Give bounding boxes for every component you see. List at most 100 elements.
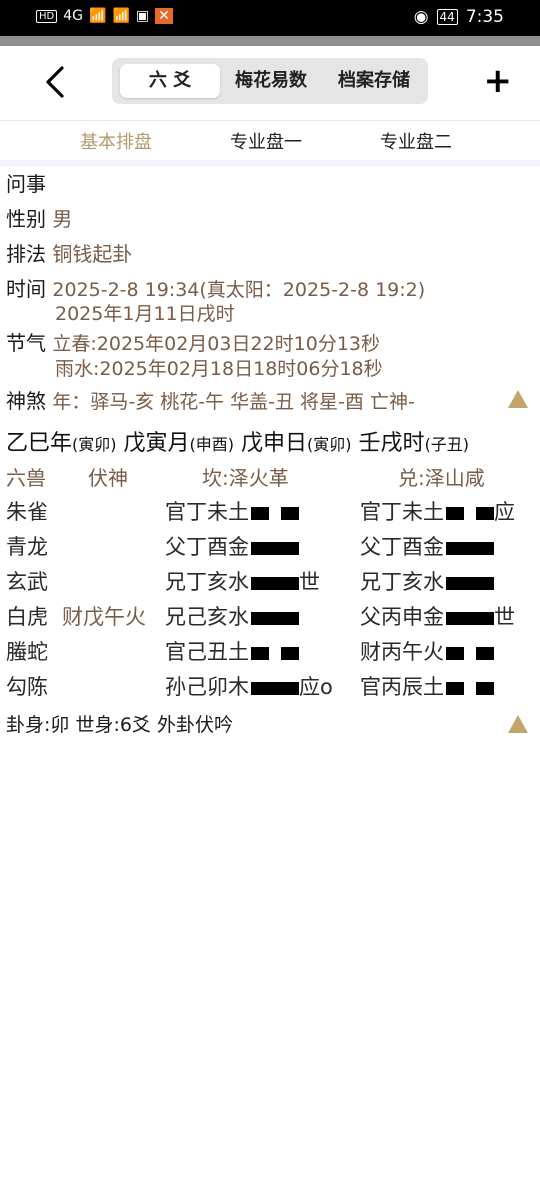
jieqi-row-2: 雨水:2025年02月18日18时06分18秒 xyxy=(55,355,383,382)
sex-label: 性别 xyxy=(6,207,46,231)
main-yao-label: 官丁未土 xyxy=(165,500,249,524)
header-main-gua: 坎:泽火革 xyxy=(202,466,289,490)
main-yao-mark: 世 xyxy=(299,570,320,594)
beast-label: 螣蛇 xyxy=(6,640,48,664)
jieqi-line2: 雨水:2025年02月18日18时06分18秒 xyxy=(55,358,383,380)
network-icon: 4G xyxy=(63,8,83,24)
gz-year: 乙巳年 xyxy=(6,431,73,456)
nav-bar: 六 爻 梅花易数 档案存储 + xyxy=(0,46,540,121)
row-0-main: 官丁未土 xyxy=(165,497,299,527)
change-yao-label: 官丙辰土 xyxy=(360,675,444,699)
tab-archive[interactable]: 档案存储 xyxy=(324,64,424,98)
gz-day-void: (寅卯) xyxy=(307,435,352,454)
change-yao-line-yin xyxy=(446,506,494,520)
ask-label: 问事 xyxy=(6,172,46,196)
shensha-value: 年：驿马-亥 桃花-午 华盖-丑 将星-酉 亡神- xyxy=(52,391,415,413)
header-fushen: 伏神 xyxy=(88,466,128,490)
time-row: 时间 2025-2-8 19:34(真太阳：2025-2-8 19:2) xyxy=(6,276,425,303)
row-0-change: 官丁未土 应 xyxy=(360,497,515,527)
gz-hour: 壬戌时 xyxy=(358,431,425,456)
eye-icon: ◉ xyxy=(413,7,429,27)
back-icon[interactable] xyxy=(38,64,74,100)
time-line1: 2025-2-8 19:34(真太阳：2025-2-8 19:2) xyxy=(52,279,426,301)
main-yao-label: 官己丑土 xyxy=(165,640,249,664)
main-yao-line-yang xyxy=(251,611,299,625)
jieqi-label: 节气 xyxy=(6,331,46,355)
beast-label: 勾陈 xyxy=(6,675,48,699)
main-yao-line-yang xyxy=(251,681,299,695)
method-row: 排法 铜钱起卦 xyxy=(6,241,132,267)
clock: 7:35 xyxy=(465,7,504,27)
ask-row: 问事 xyxy=(6,171,46,197)
main-yao-label: 孙己卯木 xyxy=(165,675,249,699)
gua-summary: 卦身:卯 世身:6爻 外卦伏吟 xyxy=(6,714,233,736)
change-yao-line-yin xyxy=(446,681,494,695)
sex-row: 性别 男 xyxy=(6,206,72,232)
jieqi-line1: 立春:2025年02月03日22时10分13秒 xyxy=(52,333,380,355)
change-yao-line-yang xyxy=(446,611,494,625)
add-button[interactable]: + xyxy=(484,62,513,100)
gz-year-void: (寅卯) xyxy=(72,435,117,454)
change-yao-label: 父丙申金 xyxy=(360,605,444,629)
main-yao-line-yang xyxy=(251,541,299,555)
beast-label: 白虎 xyxy=(6,605,48,629)
time-label: 时间 xyxy=(6,277,46,301)
gz-month: 戊寅月 xyxy=(123,431,190,456)
status-left: HD 4G 📶 📶 ▣ ✕ xyxy=(36,8,173,24)
change-yao-line-yang xyxy=(446,576,494,590)
jieqi-row: 节气 立春:2025年02月03日22时10分13秒 xyxy=(6,330,380,357)
main-yao-line-yang xyxy=(251,576,299,590)
hd-icon: HD xyxy=(36,9,58,23)
ganzhi-row: 乙巳年(寅卯) 戊寅月(申酉) 戊申日(寅卯) 壬戌时(子丑) xyxy=(6,425,469,457)
change-yao-label: 官丁未土 xyxy=(360,500,444,524)
row-1-main: 父丁酉金 xyxy=(165,532,299,562)
gz-month-void: (申酉) xyxy=(189,435,235,454)
row-4-change: 财丙午火 xyxy=(360,637,494,667)
subtab-pro1[interactable]: 专业盘一 xyxy=(230,128,302,154)
main-yao-label: 兄丁亥水 xyxy=(165,570,249,594)
tab-meihua[interactable]: 梅花易数 xyxy=(226,64,316,98)
main-yao-line-yin xyxy=(251,506,299,520)
change-yao-label: 财丙午火 xyxy=(360,640,444,664)
row-3-beast: 白虎 xyxy=(6,602,48,632)
header-beasts: 六兽 xyxy=(6,466,46,490)
shensha-row: 神煞 年：驿马-亥 桃花-午 华盖-丑 将星-酉 亡神- xyxy=(6,388,415,415)
sub-tabs: 基本排盘 专业盘一 专业盘二 xyxy=(0,120,540,160)
row-2-main: 兄丁亥水 世 xyxy=(165,567,320,597)
segmented-control: 六 爻 梅花易数 档案存储 xyxy=(112,58,428,104)
subtab-divider xyxy=(0,160,540,166)
change-yao-label: 父丁酉金 xyxy=(360,535,444,559)
expand-summary-icon[interactable] xyxy=(508,715,528,733)
subtab-basic[interactable]: 基本排盘 xyxy=(80,128,152,154)
row-4-main: 官己丑土 xyxy=(165,637,299,667)
row-1-beast: 青龙 xyxy=(6,532,48,562)
status-right: ◉ 44 7:35 xyxy=(414,7,504,27)
top-divider xyxy=(0,36,540,46)
header-change-gua: 兑:泽山咸 xyxy=(398,466,485,490)
change-yao-line-yang xyxy=(446,541,494,555)
change-yao-line-yin xyxy=(446,646,494,660)
row-2-beast: 玄武 xyxy=(6,567,48,597)
sex-value: 男 xyxy=(52,207,73,231)
row-3-change: 父丙申金 世 xyxy=(360,602,515,632)
beast-label: 朱雀 xyxy=(6,500,48,524)
row-5-beast: 勾陈 xyxy=(6,672,48,702)
signal-icon: 📶 xyxy=(89,8,107,24)
row-3-fushen: 财戊午火 xyxy=(62,602,146,632)
shensha-label: 神煞 xyxy=(6,389,46,413)
subtab-pro2[interactable]: 专业盘二 xyxy=(380,128,452,154)
expand-shensha-icon[interactable] xyxy=(508,390,528,408)
method-label: 排法 xyxy=(6,242,46,266)
method-value: 铜钱起卦 xyxy=(52,242,133,266)
row-3-main: 兄己亥水 xyxy=(165,602,299,632)
time-row-2: 2025年1月11日戌时 xyxy=(55,300,235,327)
battery-icon: 44 xyxy=(436,9,458,25)
row-1-change: 父丁酉金 xyxy=(360,532,494,562)
gz-day: 戊申日 xyxy=(241,431,308,456)
tv-icon: ▣ xyxy=(135,8,150,24)
row-5-main: 孙己卯木 应o xyxy=(165,672,333,702)
time-line2: 2025年1月11日戌时 xyxy=(55,303,235,325)
tab-liuyao[interactable]: 六 爻 xyxy=(120,64,220,98)
gz-hour-void: (子丑) xyxy=(424,435,470,454)
row-0-beast: 朱雀 xyxy=(6,497,48,527)
